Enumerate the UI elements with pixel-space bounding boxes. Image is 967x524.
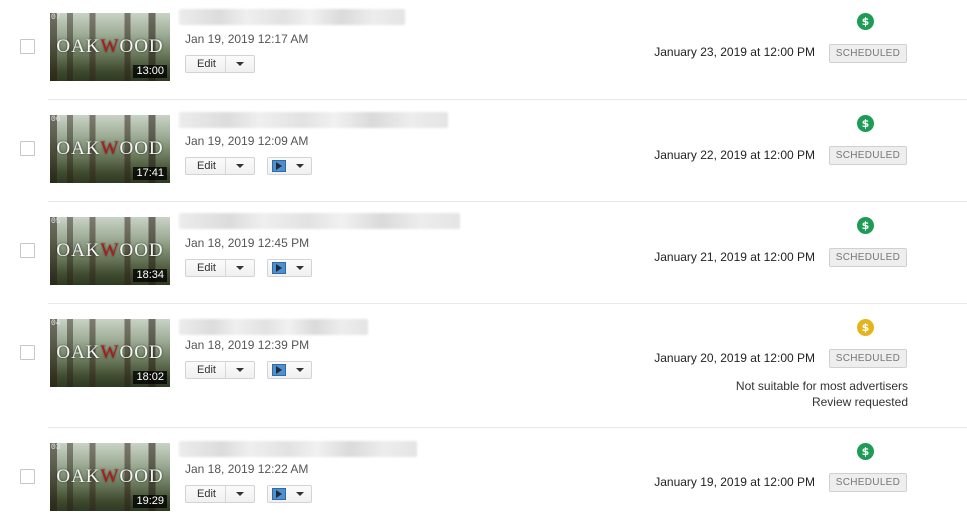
dollar-icon[interactable]: $	[857, 217, 874, 234]
row-divider	[48, 201, 967, 202]
edit-button-label: Edit	[197, 262, 216, 274]
button-divider	[225, 56, 226, 72]
video-row: 06 OAKWOOD 17:41 Jan 19, 2019 12:09 AM E…	[0, 102, 967, 202]
visibility-badge: SCHEDULED	[829, 473, 907, 492]
scheduled-publish-time: January 19, 2019 at 12:00 PM	[654, 475, 815, 489]
button-divider	[225, 362, 226, 378]
scheduled-publish-time: January 20, 2019 at 12:00 PM	[654, 351, 815, 365]
chevron-down-icon[interactable]	[236, 62, 244, 66]
thumbnail-title: OAKWOOD	[56, 36, 164, 57]
thumbnail-title: OAKWOOD	[56, 240, 164, 261]
row-checkbox[interactable]	[20, 141, 35, 156]
video-title-redacted[interactable]	[179, 112, 448, 128]
video-title-redacted[interactable]	[179, 319, 368, 335]
dollar-icon[interactable]: $	[857, 115, 874, 132]
ad-suitability-label: Not suitable for most advertisers	[735, 379, 908, 393]
video-title-redacted[interactable]	[179, 213, 460, 229]
chevron-down-icon[interactable]	[236, 164, 244, 168]
visibility-badge: SCHEDULED	[829, 248, 907, 267]
row-divider	[48, 427, 967, 428]
edit-button-label: Edit	[197, 488, 216, 500]
thumbnail-title: OAKWOOD	[56, 342, 164, 363]
video-duration: 18:02	[133, 371, 167, 384]
upload-date: Jan 18, 2019 12:22 AM	[185, 462, 309, 476]
playlist-button[interactable]	[267, 157, 312, 175]
video-duration: 17:41	[133, 167, 167, 180]
upload-date: Jan 19, 2019 12:09 AM	[185, 134, 309, 148]
chevron-down-icon[interactable]	[296, 492, 304, 496]
video-thumbnail[interactable]: 05 OAKWOOD 18:34	[50, 217, 170, 285]
chevron-down-icon[interactable]	[296, 368, 304, 372]
edit-button[interactable]: Edit	[185, 485, 255, 503]
video-row: 05 OAKWOOD 18:34 Jan 18, 2019 12:45 PM E…	[0, 204, 967, 304]
chevron-down-icon[interactable]	[296, 266, 304, 270]
upload-date: Jan 18, 2019 12:45 PM	[185, 236, 310, 250]
playlist-button[interactable]	[267, 259, 312, 277]
scheduled-publish-time: January 22, 2019 at 12:00 PM	[654, 148, 815, 162]
button-divider	[225, 260, 226, 276]
scheduled-publish-time: January 21, 2019 at 12:00 PM	[654, 250, 815, 264]
edit-button-label: Edit	[197, 364, 216, 376]
visibility-badge: SCHEDULED	[829, 146, 907, 165]
upload-date: Jan 18, 2019 12:39 PM	[185, 338, 310, 352]
video-thumbnail[interactable]: 03 OAKWOOD 19:29	[50, 443, 170, 511]
playlist-button[interactable]	[267, 485, 312, 503]
edit-button-label: Edit	[197, 160, 216, 172]
row-checkbox[interactable]	[20, 469, 35, 484]
chevron-down-icon[interactable]	[236, 492, 244, 496]
playlist-play-icon	[272, 488, 286, 500]
video-duration: 18:34	[133, 269, 167, 282]
row-divider	[48, 303, 967, 304]
edit-button[interactable]: Edit	[185, 157, 255, 175]
upload-date: Jan 19, 2019 12:17 AM	[185, 32, 309, 46]
thumbnail-episode-number: 04	[51, 319, 61, 328]
video-duration: 19:29	[133, 495, 167, 508]
edit-button[interactable]: Edit	[185, 259, 255, 277]
video-row: 07 OAKWOOD 13:00 Jan 19, 2019 12:17 AM E…	[0, 0, 967, 100]
playlist-button[interactable]	[267, 361, 312, 379]
thumbnail-episode-number: 05	[51, 217, 61, 226]
review-status-label: Review requested	[811, 395, 908, 409]
thumbnail-episode-number: 07	[51, 13, 61, 22]
video-thumbnail[interactable]: 04 OAKWOOD 18:02	[50, 319, 170, 387]
row-checkbox[interactable]	[20, 39, 35, 54]
video-title-redacted[interactable]	[179, 9, 405, 25]
edit-button-label: Edit	[197, 58, 216, 70]
video-title-redacted[interactable]	[179, 441, 417, 457]
chevron-down-icon[interactable]	[296, 164, 304, 168]
playlist-play-icon	[272, 364, 286, 376]
edit-button[interactable]: Edit	[185, 361, 255, 379]
row-divider	[48, 99, 967, 100]
button-divider	[225, 158, 226, 174]
video-thumbnail[interactable]: 06 OAKWOOD 17:41	[50, 115, 170, 183]
thumbnail-episode-number: 06	[51, 115, 61, 124]
thumbnail-title: OAKWOOD	[56, 138, 164, 159]
visibility-badge: SCHEDULED	[829, 349, 907, 368]
chevron-down-icon[interactable]	[236, 266, 244, 270]
button-divider	[225, 486, 226, 502]
dollar-icon[interactable]: $	[857, 13, 874, 30]
monetization-note: Not suitable for most advertisers Review…	[736, 378, 908, 410]
video-row: 03 OAKWOOD 19:29 Jan 18, 2019 12:22 AM E…	[0, 430, 967, 524]
row-checkbox[interactable]	[20, 345, 35, 360]
row-checkbox[interactable]	[20, 243, 35, 258]
thumbnail-episode-number: 03	[51, 443, 61, 452]
video-duration: 13:00	[133, 65, 167, 78]
dollar-icon[interactable]: $	[857, 319, 874, 336]
playlist-play-icon	[272, 262, 286, 274]
scheduled-publish-time: January 23, 2019 at 12:00 PM	[654, 45, 815, 59]
thumbnail-title: OAKWOOD	[56, 466, 164, 487]
edit-button[interactable]: Edit	[185, 55, 255, 73]
playlist-play-icon	[272, 160, 286, 172]
visibility-badge: SCHEDULED	[829, 44, 907, 63]
chevron-down-icon[interactable]	[236, 368, 244, 372]
video-thumbnail[interactable]: 07 OAKWOOD 13:00	[50, 13, 170, 81]
dollar-icon[interactable]: $	[857, 443, 874, 460]
video-row: 04 OAKWOOD 18:02 Jan 18, 2019 12:39 PM E…	[0, 306, 967, 426]
